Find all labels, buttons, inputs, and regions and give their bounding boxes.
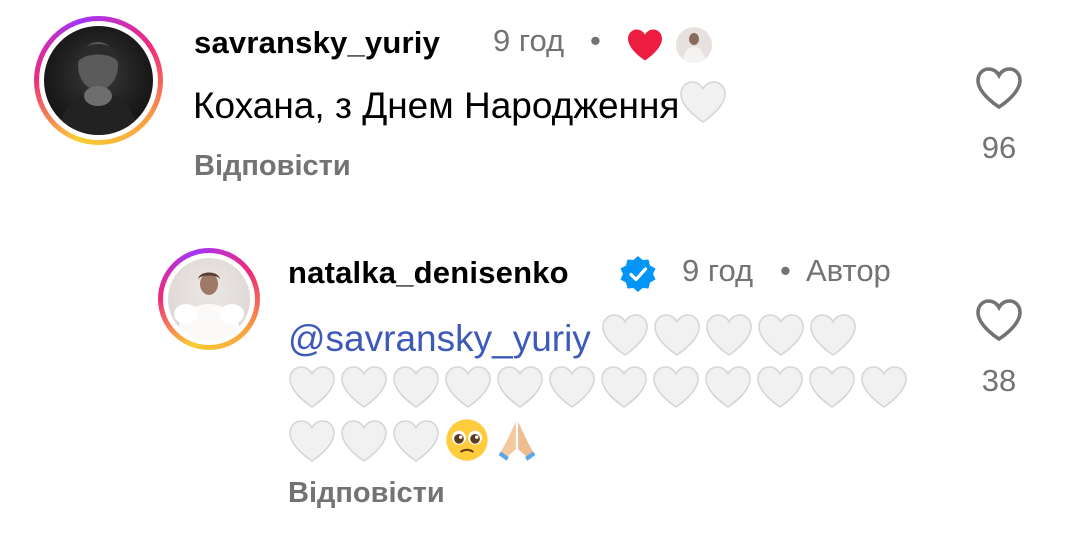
white-heart-emoji	[757, 366, 803, 408]
white-heart-emoji	[445, 366, 491, 408]
white-heart-emoji	[393, 420, 439, 462]
liker-avatar-icon	[682, 33, 706, 63]
white-heart-emoji	[809, 366, 855, 408]
comment-username[interactable]: natalka_denisenko	[288, 255, 569, 291]
white-heart-emoji	[497, 366, 543, 408]
white-heart-emoji	[705, 366, 751, 408]
white-heart-emoji	[341, 420, 387, 462]
pleading-face-emoji	[446, 419, 488, 461]
heart-outline-icon[interactable]	[975, 298, 1023, 342]
red-heart-icon	[628, 29, 662, 61]
like-count: 96	[981, 130, 1017, 165]
author-label: Автор	[806, 253, 891, 288]
heart-outline-icon[interactable]	[975, 66, 1023, 110]
like-count: 38	[981, 363, 1017, 398]
reply-button[interactable]: Відповісти	[194, 150, 351, 183]
folded-hands-emoji	[498, 421, 536, 461]
white-heart-emoji	[654, 314, 700, 356]
avatar-silhouette-icon	[58, 42, 139, 135]
meta-separator: •	[590, 23, 601, 58]
comment-text: @savransky_yuriy	[288, 313, 928, 471]
white-heart-emoji	[680, 81, 727, 123]
comment-username[interactable]: savransky_yuriy	[194, 25, 440, 61]
white-heart-emoji	[289, 420, 335, 462]
verified-badge-icon	[620, 256, 656, 292]
liker-avatar	[676, 27, 712, 63]
comment-time: 9 год	[493, 23, 565, 58]
white-heart-emoji	[758, 314, 804, 356]
white-heart-emoji	[601, 366, 647, 408]
white-heart-emoji	[653, 366, 699, 408]
comment-time: 9 год	[682, 253, 754, 288]
white-heart-emoji	[602, 314, 648, 356]
white-heart-emoji	[549, 366, 595, 408]
white-heart-emoji	[810, 314, 856, 356]
avatar-savransky[interactable]	[34, 16, 163, 145]
white-heart-emoji	[393, 366, 439, 408]
avatar-silhouette-icon	[174, 272, 244, 340]
white-heart-emoji	[341, 366, 387, 408]
avatar-photo	[168, 258, 250, 340]
white-heart-emoji	[706, 314, 752, 356]
reply-button[interactable]: Відповісти	[288, 477, 445, 510]
comment-text: Кохана, з Днем Народження	[193, 80, 731, 132]
avatar-photo	[44, 26, 153, 135]
meta-separator: •	[780, 253, 791, 288]
white-heart-emoji	[861, 366, 907, 408]
white-heart-emoji	[289, 366, 335, 408]
mention-link[interactable]: @savransky_yuriy	[288, 318, 591, 359]
avatar-natalka[interactable]	[158, 248, 260, 350]
